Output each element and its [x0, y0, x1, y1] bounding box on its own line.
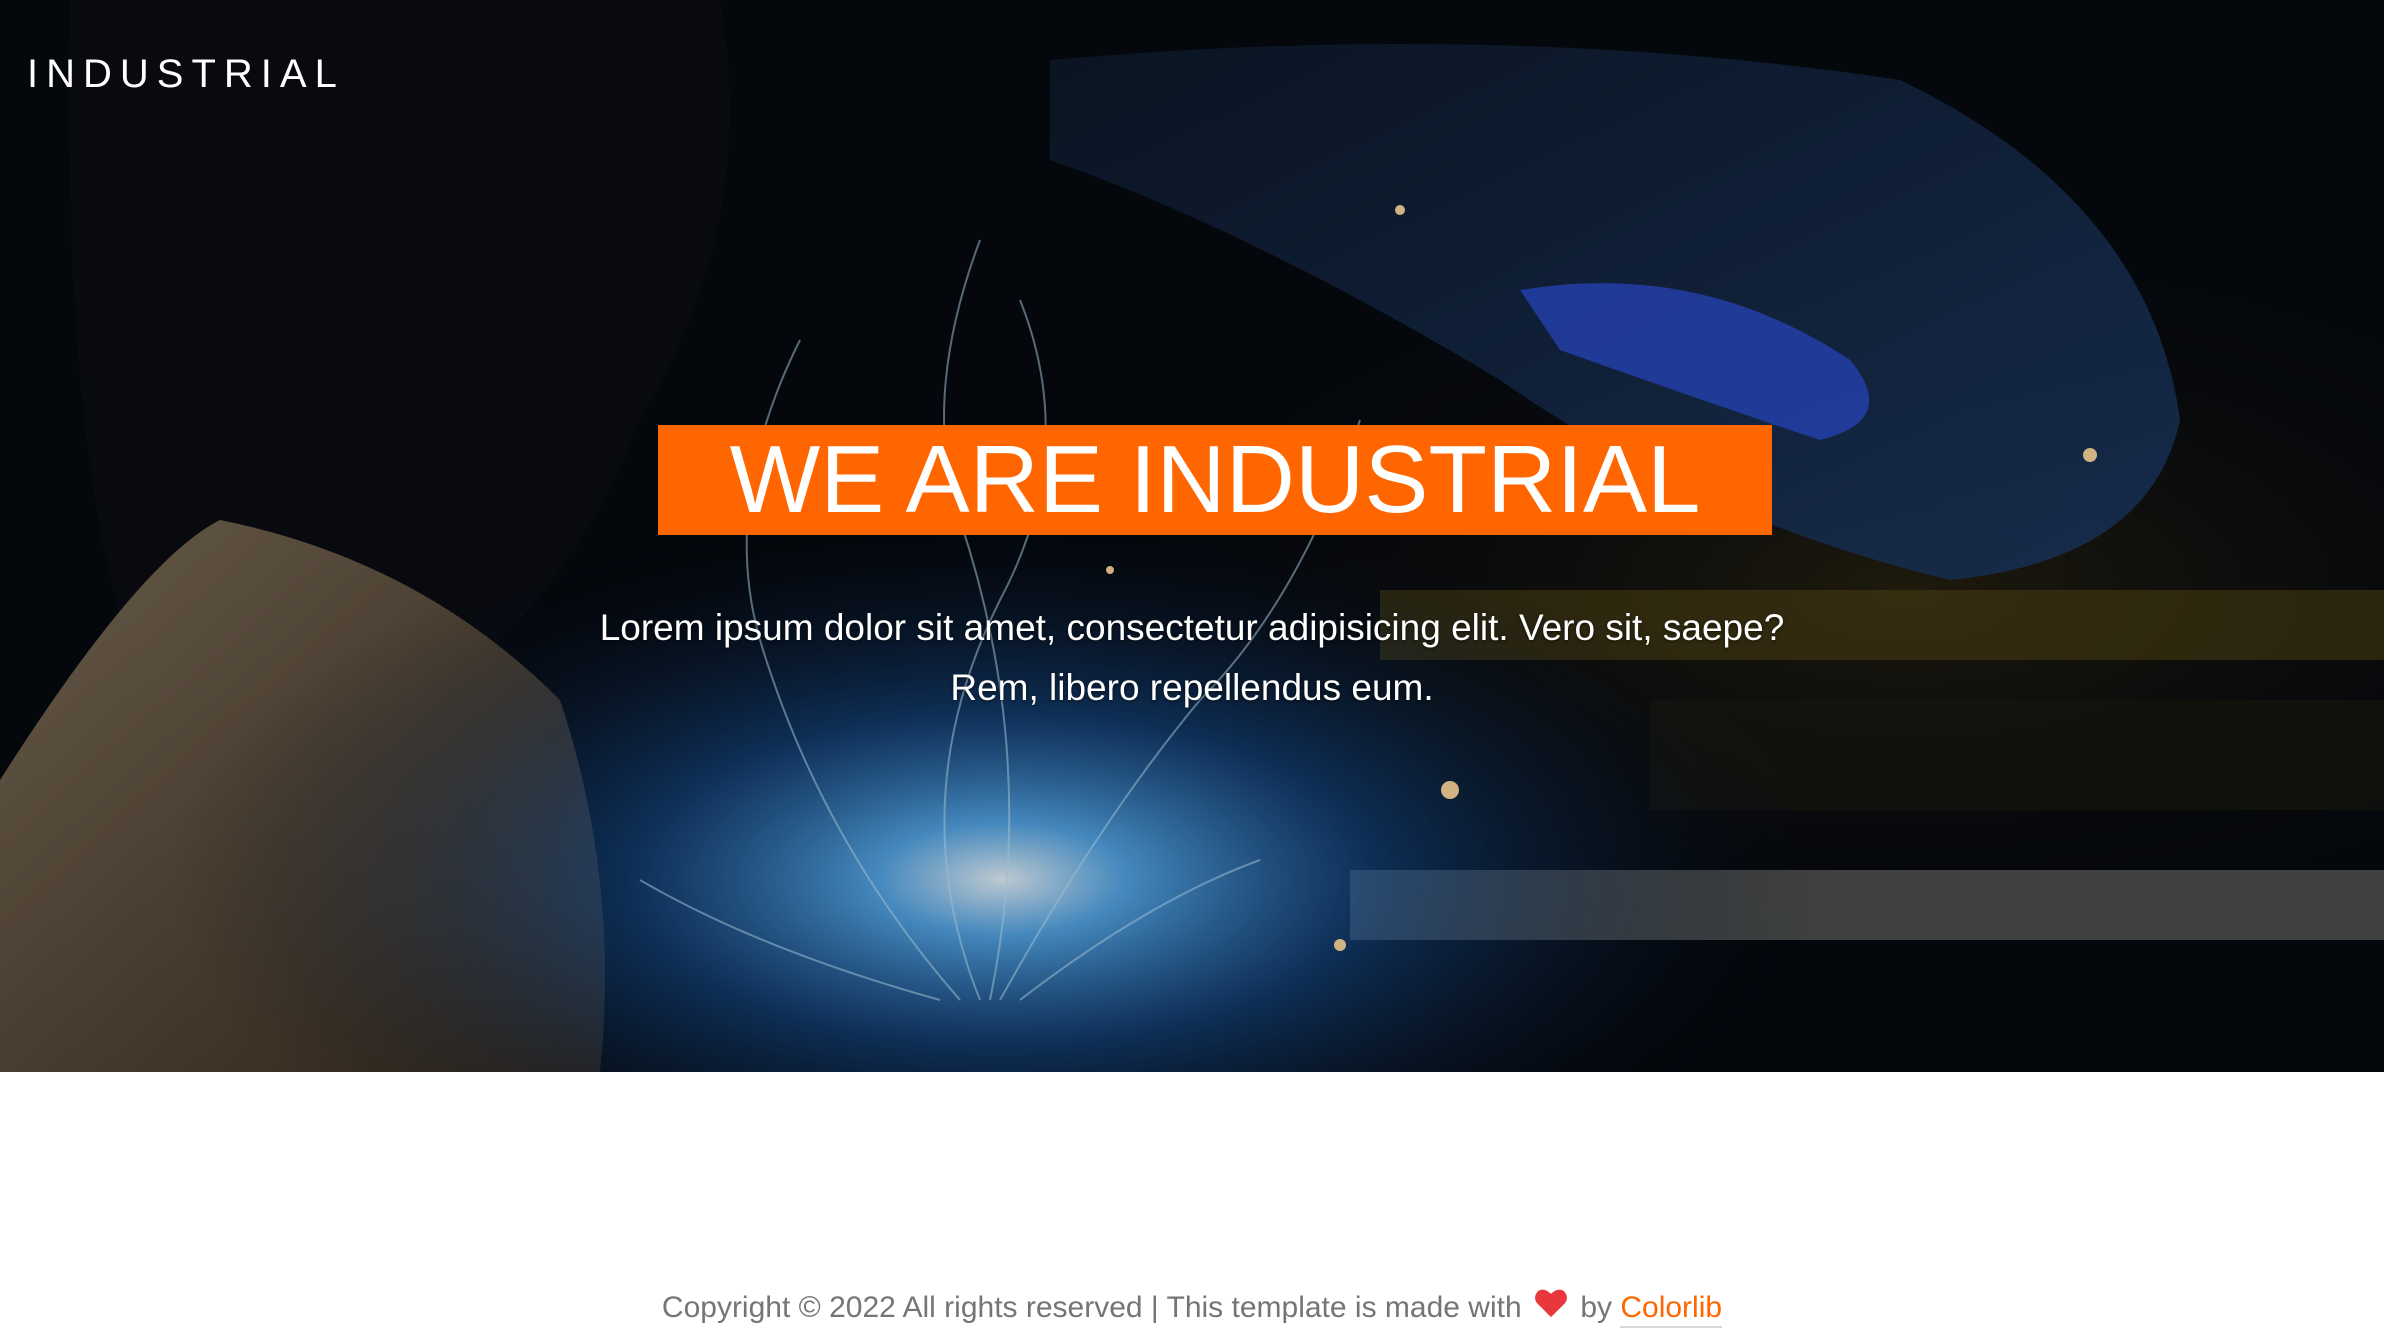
hero-lead-text: Lorem ipsum dolor sit amet, consectetur …	[599, 607, 1785, 708]
by-text: by	[1580, 1291, 1613, 1324]
hero-section: INDUSTRIAL WE ARE INDUSTRIAL Lorem ipsum…	[0, 0, 2384, 1072]
heart-icon	[1535, 1289, 1567, 1318]
colorlib-link[interactable]: Colorlib	[1620, 1291, 1723, 1328]
copyright-text: Copyright © 2022 All rights reserved | T…	[661, 1291, 1522, 1324]
site-logo[interactable]: INDUSTRIAL	[27, 52, 345, 97]
headline-banner: WE ARE INDUSTRIAL	[658, 425, 1772, 535]
hero-headline: WE ARE INDUSTRIAL	[729, 426, 1701, 533]
hero-background-image	[0, 0, 2384, 1072]
footer: Copyright © 2022 All rights reserved | T…	[0, 1280, 2384, 1336]
